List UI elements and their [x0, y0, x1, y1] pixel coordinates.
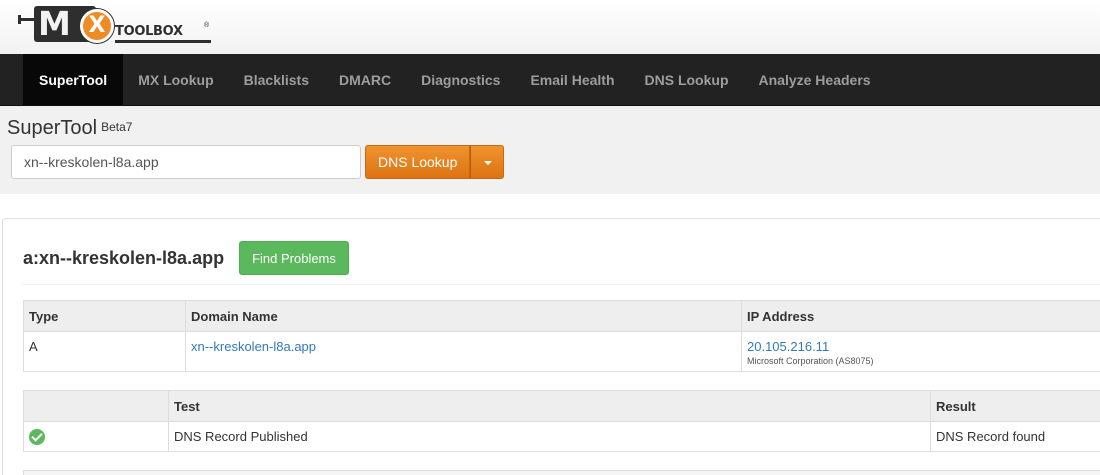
mxtoolbox-logo[interactable]: M X TOOLBOX ® — [18, 4, 211, 48]
tool-title-row: SuperTool Beta7 — [7, 117, 132, 140]
ip-link[interactable]: 20.105.216.11 — [747, 339, 829, 354]
beta-label: Beta7 — [101, 120, 133, 134]
cell-test: DNS Record Published — [168, 421, 931, 452]
nav-item-blacklists[interactable]: Blacklists — [229, 54, 324, 105]
nav-item-diagnostics[interactable]: Diagnostics — [406, 54, 515, 105]
column-header-domain: Domain Name — [185, 300, 742, 332]
check-circle-icon — [29, 428, 45, 445]
divider — [23, 284, 1100, 285]
table-header-row: Type Domain Name IP Address — [23, 300, 1100, 332]
logo-bar: M X TOOLBOX ® — [0, 0, 1100, 54]
cell-ip: 20.105.216.11 Microsoft Corporation (AS8… — [741, 331, 1100, 372]
logo-underline — [115, 40, 211, 43]
test-results-table: Test Result DNS Record Published DNS Rec… — [23, 390, 1100, 452]
caret-down-icon — [484, 161, 493, 165]
logo-m-letter: M — [38, 4, 71, 43]
nav-item-analyze-headers[interactable]: Analyze Headers — [744, 54, 886, 105]
nav-item-dns-lookup[interactable]: DNS Lookup — [630, 54, 744, 105]
domain-link[interactable]: xn--kreskolen-l8a.app — [191, 339, 316, 354]
dns-lookup-button[interactable]: DNS Lookup — [365, 145, 471, 179]
nav-item-email-health[interactable]: Email Health — [515, 54, 629, 105]
main-nav: SuperTool MX Lookup Blacklists DMARC Dia… — [0, 54, 1100, 106]
nav-item-mx-lookup[interactable]: MX Lookup — [123, 54, 228, 105]
nav-item-supertool[interactable]: SuperTool — [23, 54, 124, 105]
table-header-row: Test Result — [23, 390, 1100, 422]
logo-plug-graphic — [18, 15, 34, 24]
cell-result: DNS Record found — [930, 421, 1100, 452]
logo-registered-mark: ® — [204, 22, 210, 29]
column-header-ip: IP Address — [741, 300, 1100, 332]
results-panel: a:xn--kreskolen-l8a.app Find Problems Ty… — [2, 218, 1100, 475]
find-problems-button[interactable]: Find Problems — [239, 241, 349, 275]
column-header-type: Type — [23, 300, 186, 332]
search-input[interactable] — [11, 145, 361, 179]
page-title: SuperTool — [7, 117, 98, 139]
column-header-status — [23, 390, 169, 422]
table-row: DNS Record Published DNS Record found — [23, 421, 1100, 452]
result-header: a:xn--kreskolen-l8a.app Find Problems — [23, 241, 349, 275]
lookup-button-group: DNS Lookup — [365, 145, 505, 179]
nav-item-dmarc[interactable]: DMARC — [324, 54, 406, 105]
ip-owner: Microsoft Corporation (AS8075) — [747, 356, 874, 366]
cell-status — [23, 421, 169, 452]
column-header-result: Result — [930, 390, 1100, 422]
logo-x-letter: X — [88, 13, 106, 38]
cell-type: A — [23, 331, 186, 372]
cell-domain: xn--kreskolen-l8a.app — [185, 331, 742, 372]
table-row: A xn--kreskolen-l8a.app 20.105.216.11 Mi… — [23, 331, 1100, 372]
lookup-dropdown-button[interactable] — [470, 145, 505, 179]
result-title: a:xn--kreskolen-l8a.app — [23, 247, 225, 268]
panel-footer-bar — [23, 470, 1100, 475]
column-header-test: Test — [168, 390, 931, 422]
dns-records-table: Type Domain Name IP Address A xn--kresko… — [23, 300, 1100, 372]
search-area: SuperTool Beta7 DNS Lookup — [0, 106, 1100, 194]
logo-toolbox-text: TOOLBOX — [115, 24, 183, 39]
